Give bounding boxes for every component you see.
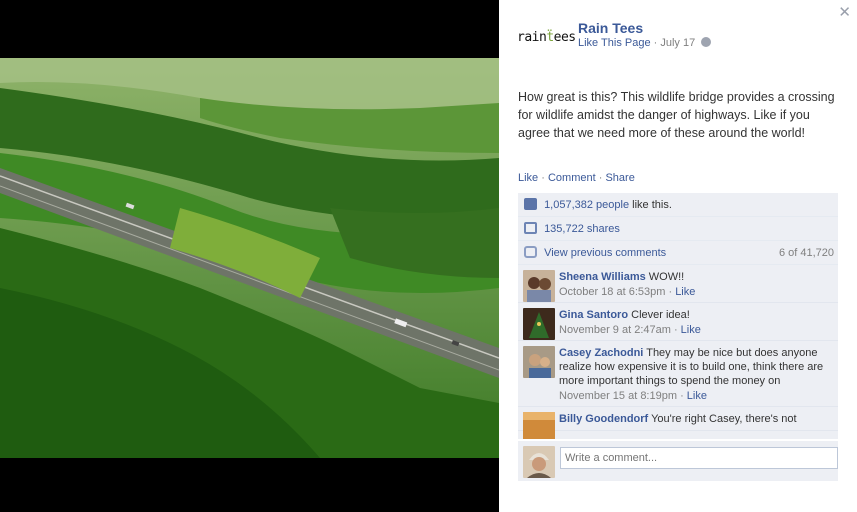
thumbs-up-icon xyxy=(524,198,537,210)
comment-input[interactable] xyxy=(560,447,838,469)
comment-time[interactable]: November 9 at 2:47am xyxy=(559,324,671,336)
action-separator: · xyxy=(598,172,603,184)
comment-text: WOW!! xyxy=(648,271,685,283)
comment-author[interactable]: Casey Zachodni xyxy=(559,347,643,359)
comment-like-link[interactable]: Like xyxy=(675,286,695,298)
post-sidebar: ✕ rainẗees Rain Tees Like This Page · Ju… xyxy=(499,0,857,512)
view-previous-row: View previous comments 6 of 41,720 xyxy=(518,241,838,265)
comment-item: Gina Santoro Clever idea! November 9 at … xyxy=(518,303,838,341)
shares-row: 135,722 shares xyxy=(518,217,838,241)
comment-author[interactable]: Billy Goodendorf xyxy=(559,413,648,425)
wildlife-bridge-photo[interactable] xyxy=(0,58,499,458)
view-previous-comments-link[interactable]: View previous comments xyxy=(544,247,666,259)
ufi-panel: 1,057,382 people like this. 135,722 shar… xyxy=(518,193,838,439)
likes-count-link[interactable]: 1,057,382 people xyxy=(544,199,629,211)
comment-author[interactable]: Sheena Williams xyxy=(559,271,646,283)
comment-author[interactable]: Gina Santoro xyxy=(559,309,628,321)
page-name-link[interactable]: Rain Tees xyxy=(578,20,643,36)
meta-separator: · xyxy=(653,37,658,49)
comment-composer xyxy=(518,441,838,481)
current-user-avatar xyxy=(523,446,555,478)
like-action[interactable]: Like xyxy=(518,172,538,184)
comment-text: Clever idea! xyxy=(631,309,690,321)
comment-time[interactable]: November 15 at 8:19pm xyxy=(559,390,677,402)
post-date[interactable]: July 17 xyxy=(660,37,695,49)
comment-time[interactable]: October 18 at 6:53pm xyxy=(559,286,665,298)
comment-item: Casey Zachodni They may be nice but does… xyxy=(518,341,838,407)
post-actions: Like · Comment · Share xyxy=(518,172,635,184)
likes-row: 1,057,382 people like this. xyxy=(518,193,838,217)
commenter-avatar[interactable] xyxy=(523,412,555,439)
comment-like-link[interactable]: Like xyxy=(687,390,707,402)
comment-item: Sheena Williams WOW!! October 18 at 6:53… xyxy=(518,265,838,303)
page-avatar-logo[interactable]: rainẗees xyxy=(517,30,576,56)
shares-link[interactable]: 135,722 shares xyxy=(544,223,620,235)
globe-icon xyxy=(701,37,712,47)
photo-viewer xyxy=(0,0,499,512)
comment-bubble-icon xyxy=(524,246,537,258)
aerial-forest-image xyxy=(0,58,499,458)
close-icon[interactable]: ✕ xyxy=(838,3,851,21)
share-icon xyxy=(524,222,537,234)
likes-suffix: like this. xyxy=(629,199,672,211)
share-action[interactable]: Share xyxy=(605,172,634,184)
commenter-avatar[interactable] xyxy=(523,270,555,302)
comment-like-link[interactable]: Like xyxy=(681,324,701,336)
commenter-avatar[interactable] xyxy=(523,308,555,340)
comment-count: 6 of 41,720 xyxy=(778,247,834,259)
action-separator: · xyxy=(541,172,545,184)
comment-text: You're right Casey, there's not xyxy=(651,413,797,425)
post-meta: Like This Page · July 17 xyxy=(578,37,712,49)
commenter-avatar[interactable] xyxy=(523,346,555,378)
comment-item: Billy Goodendorf You're right Casey, the… xyxy=(518,407,838,439)
comment-action[interactable]: Comment xyxy=(548,172,596,184)
post-text: How great is this? This wildlife bridge … xyxy=(518,90,835,140)
comment-list[interactable]: Sheena Williams WOW!! October 18 at 6:53… xyxy=(518,265,838,439)
like-page-link[interactable]: Like This Page xyxy=(578,37,651,49)
